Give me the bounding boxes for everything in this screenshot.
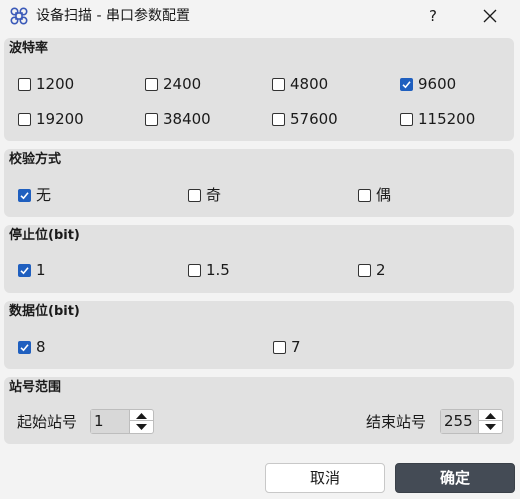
baud-checkbox-4800[interactable]: 4800	[272, 74, 328, 94]
title-bar: 设备扫描 - 串口参数配置 ?	[0, 0, 520, 32]
baud-checkbox-115200[interactable]: 115200	[400, 109, 475, 129]
checkbox-box[interactable]	[18, 112, 31, 126]
checkbox-box[interactable]	[18, 77, 31, 91]
stop-bits-group: 停止位(bit) 1 1.5 2	[4, 225, 514, 293]
checkmark-icon	[402, 80, 411, 88]
checkbox-label: 2400	[163, 75, 202, 93]
end-station-spinbox[interactable]: 255	[440, 409, 503, 434]
checkbox-box[interactable]	[18, 263, 31, 277]
end-station-increment[interactable]	[479, 410, 502, 421]
checkmark-icon	[20, 191, 29, 199]
checkbox-label: 1200	[36, 75, 75, 93]
checkmark-icon	[20, 343, 29, 351]
checkbox-box[interactable]	[145, 112, 158, 126]
checkbox-box[interactable]	[272, 77, 285, 91]
checkbox-label: 9600	[418, 75, 457, 93]
arrow-down-icon	[485, 424, 496, 430]
stop-bits-checkbox-1-5[interactable]: 1.5	[188, 260, 230, 280]
stop-bits-title: 停止位(bit)	[9, 228, 80, 243]
parity-checkbox-even[interactable]: 偶	[358, 185, 391, 205]
checkbox-label: 2	[376, 261, 386, 279]
data-bits-checkbox-7[interactable]: 7	[273, 337, 301, 357]
checkbox-box[interactable]	[358, 188, 371, 202]
baud-checkbox-57600[interactable]: 57600	[272, 109, 338, 129]
window-title: 设备扫描 - 串口参数配置	[36, 8, 190, 24]
start-station-decrement[interactable]	[130, 421, 153, 432]
end-station-label: 结束站号	[366, 413, 427, 431]
baud-rate-group: 波特率 1200 2400 4800 9600 19200 38400 5760…	[4, 38, 514, 141]
baud-checkbox-19200[interactable]: 19200	[18, 109, 84, 129]
start-station-label: 起始站号	[17, 413, 78, 431]
baud-checkbox-38400[interactable]: 38400	[145, 109, 211, 129]
stop-bits-checkbox-2[interactable]: 2	[358, 260, 386, 280]
parity-title: 校验方式	[9, 152, 62, 167]
checkbox-box[interactable]	[188, 188, 201, 202]
data-bits-title: 数据位(bit)	[9, 304, 80, 319]
baud-checkbox-1200[interactable]: 1200	[18, 74, 74, 94]
baud-checkbox-2400[interactable]: 2400	[145, 74, 201, 94]
end-station-arrows	[478, 410, 502, 433]
checkbox-box[interactable]	[400, 112, 413, 126]
start-station-arrows	[129, 410, 153, 433]
start-station-value[interactable]: 1	[91, 410, 129, 433]
checkbox-label: 8	[36, 338, 46, 356]
checkbox-label: 57600	[290, 110, 338, 128]
arrow-down-icon	[136, 424, 147, 430]
stop-bits-checkbox-1[interactable]: 1	[18, 260, 46, 280]
data-bits-checkbox-8[interactable]: 8	[18, 337, 46, 357]
checkbox-box[interactable]	[145, 77, 158, 91]
checkbox-label: 奇	[206, 186, 222, 204]
app-icon	[10, 7, 28, 25]
close-icon	[483, 9, 497, 23]
end-station-value[interactable]: 255	[441, 410, 478, 433]
parity-checkbox-none[interactable]: 无	[18, 185, 51, 205]
start-station-spinbox[interactable]: 1	[90, 409, 154, 434]
ok-button[interactable]: 确定	[395, 463, 515, 493]
baud-rate-title: 波特率	[9, 41, 49, 56]
cancel-button[interactable]: 取消	[265, 463, 385, 493]
start-station-increment[interactable]	[130, 410, 153, 421]
checkbox-box[interactable]	[400, 77, 413, 91]
checkbox-label: 1	[36, 261, 46, 279]
parity-group: 校验方式 无 奇 偶	[4, 149, 514, 217]
checkbox-box[interactable]	[18, 188, 31, 202]
help-button[interactable]: ?	[418, 2, 448, 30]
checkbox-label: 19200	[36, 110, 84, 128]
checkbox-box[interactable]	[272, 112, 285, 126]
station-range-group: 站号范围 起始站号 1 结束站号 255	[4, 377, 514, 444]
checkbox-label: 115200	[418, 110, 476, 128]
checkbox-label: 4800	[290, 75, 329, 93]
checkbox-box[interactable]	[18, 340, 31, 354]
checkbox-label: 38400	[163, 110, 211, 128]
checkbox-box[interactable]	[358, 263, 371, 277]
close-button[interactable]	[472, 2, 508, 30]
checkmark-icon	[20, 266, 29, 274]
baud-checkbox-9600[interactable]: 9600	[400, 74, 456, 94]
parity-checkbox-odd[interactable]: 奇	[188, 185, 221, 205]
checkbox-label: 1.5	[206, 261, 230, 279]
checkbox-box[interactable]	[188, 263, 201, 277]
arrow-up-icon	[485, 413, 496, 419]
checkbox-label: 7	[291, 338, 301, 356]
checkbox-label: 无	[36, 186, 52, 204]
data-bits-group: 数据位(bit) 8 7	[4, 301, 514, 369]
checkbox-box[interactable]	[273, 340, 286, 354]
arrow-up-icon	[136, 413, 147, 419]
station-range-title: 站号范围	[9, 380, 62, 395]
end-station-decrement[interactable]	[479, 421, 502, 432]
checkbox-label: 偶	[376, 186, 392, 204]
